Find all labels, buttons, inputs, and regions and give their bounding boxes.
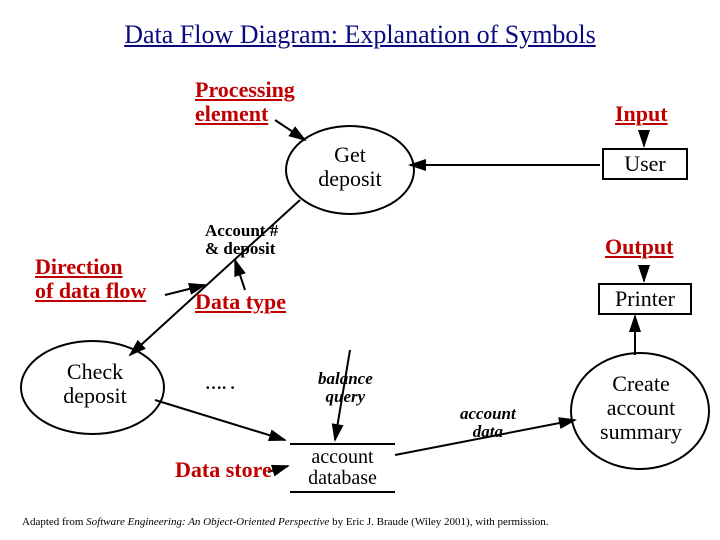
page-title: Data Flow Diagram: Explanation of Symbol… [0,0,720,50]
label-processing-element: Processing element [195,78,295,126]
label-data-type: Data type [195,290,286,314]
label-balance-query: balance query [318,370,373,406]
footer-citation: Adapted from Software Engineering: An Ob… [22,516,549,528]
box-printer: Printer [615,287,675,311]
text-check-deposit: Check deposit [40,360,150,408]
label-account-deposit: Account # & deposit [205,222,278,258]
text-create-summary: Create account summary [585,372,697,445]
store-account-db: account database [290,443,395,493]
label-dots: …. . [205,375,235,393]
footer-prefix: Adapted from [22,516,86,528]
label-direction: Direction of data flow [35,255,146,303]
box-user: User [624,152,666,176]
label-input: Input [615,102,668,126]
footer-book: Software Engineering: An Object-Oriented… [86,516,329,528]
label-data-store: Data store [175,458,272,482]
text-get-deposit: Get deposit [300,143,400,191]
label-output: Output [605,235,673,259]
footer-suffix: by Eric J. Braude (Wiley 2001), with per… [329,516,548,528]
label-account-data: account data [460,405,516,441]
